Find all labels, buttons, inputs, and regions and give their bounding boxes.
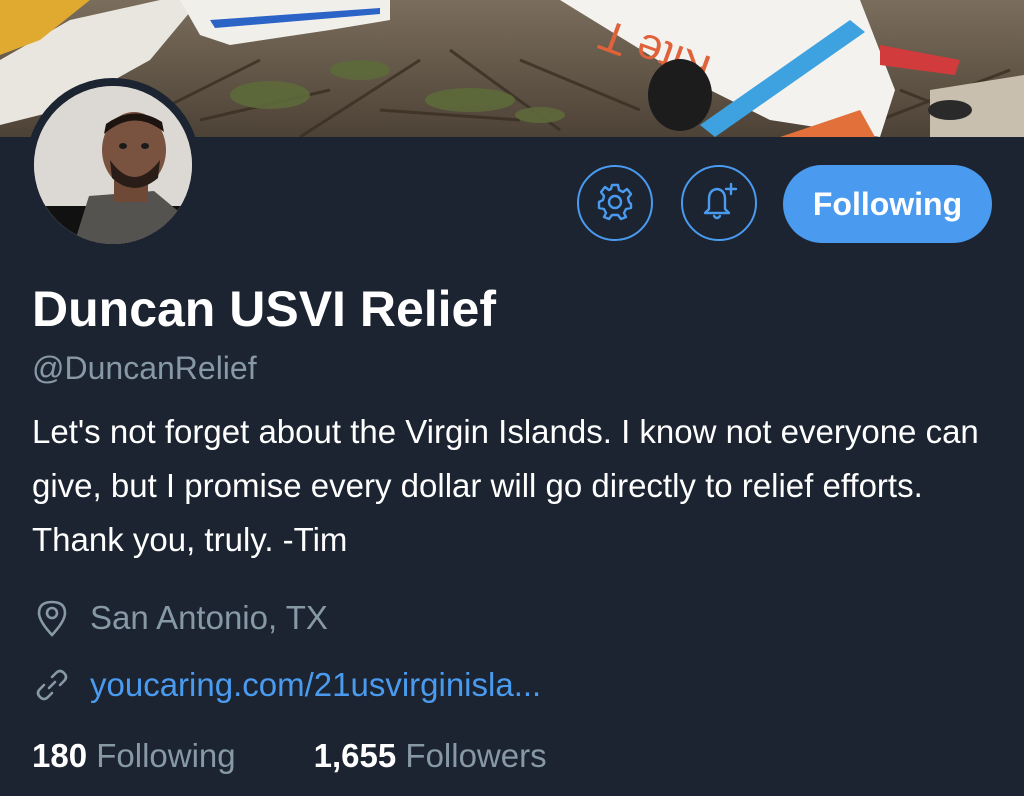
location-text: San Antonio, TX: [90, 599, 328, 636]
gear-icon: [595, 181, 635, 226]
bell-plus-icon: [697, 179, 741, 228]
avatar-photo: [34, 86, 192, 244]
user-handle: @DuncanRelief: [32, 350, 257, 386]
following-button[interactable]: Following: [783, 165, 992, 243]
profile-settings-button[interactable]: [577, 165, 653, 241]
avatar-frame: [26, 78, 200, 252]
followers-label: Followers: [405, 737, 547, 774]
following-count: 180: [32, 737, 88, 774]
link-icon: [32, 665, 72, 705]
website-text[interactable]: youcaring.com/21usvirginisla...: [90, 666, 541, 704]
website-link[interactable]: youcaring.com/21usvirginisla...: [32, 665, 541, 705]
following-label: Following: [96, 737, 236, 774]
followers-count: 1,655: [313, 737, 397, 774]
location-row: San Antonio, TX: [32, 598, 328, 638]
profile-bio: Let's not forget about the Virgin Island…: [32, 413, 979, 558]
map-pin-icon: [32, 598, 72, 638]
follow-stats: 180 Following 1,655 Followers: [32, 737, 547, 775]
notifications-button[interactable]: [681, 165, 757, 241]
display-name: Duncan USVI Relief: [32, 281, 496, 337]
following-count-link[interactable]: 180 Following: [32, 737, 236, 775]
avatar[interactable]: [34, 86, 192, 244]
followers-count-link[interactable]: 1,655 Followers: [314, 737, 547, 775]
